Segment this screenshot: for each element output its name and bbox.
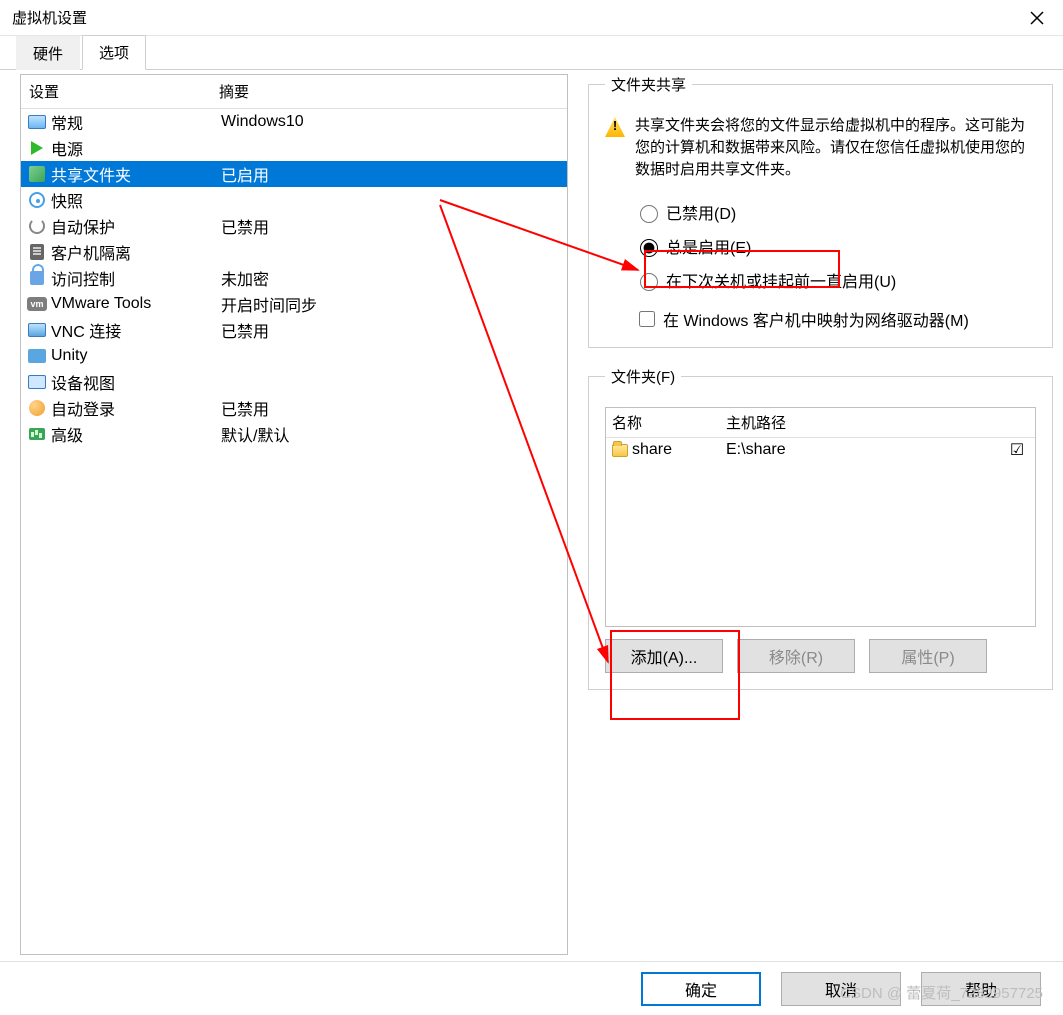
shared-folder-icon: [27, 164, 47, 184]
folders-legend: 文件夹(F): [605, 366, 681, 387]
setting-shared-folders[interactable]: 共享文件夹 已启用: [21, 161, 567, 187]
close-icon: [1030, 11, 1044, 25]
header-setting: 设置: [29, 81, 219, 102]
titlebar: 虚拟机设置: [0, 0, 1063, 36]
radio-disabled[interactable]: 已禁用(D): [635, 195, 1036, 229]
unity-icon: [27, 346, 47, 366]
header-summary: 摘要: [219, 81, 249, 102]
close-button[interactable]: [1019, 4, 1055, 32]
remove-folder-button: 移除(R): [737, 639, 855, 673]
folder-sharing-group: 文件夹共享 共享文件夹会将您的文件显示给虚拟机中的程序。这可能为您的计算机和数据…: [588, 74, 1053, 348]
radio-until-shutdown[interactable]: 在下次关机或挂起前一直启用(U): [635, 263, 1036, 297]
vm-settings-window: 虚拟机设置 硬件 选项 设置 摘要 常规 Windows10 电源: [0, 0, 1063, 1015]
setting-vmware-tools[interactable]: vm VMware Tools 开启时间同步: [21, 291, 567, 317]
setting-vnc[interactable]: VNC 连接 已禁用: [21, 317, 567, 343]
setting-general[interactable]: 常规 Windows10: [21, 109, 567, 135]
tab-options[interactable]: 选项: [82, 35, 146, 70]
cancel-button[interactable]: 取消: [781, 972, 901, 1006]
folder-icon: [612, 444, 628, 457]
setting-snapshot[interactable]: 快照: [21, 187, 567, 213]
monitor-icon: [27, 112, 47, 132]
autoprotect-icon: [27, 216, 47, 236]
radio-always-enabled[interactable]: 总是启用(E): [635, 229, 1036, 263]
dialog-footer: 确定 取消 帮助: [0, 961, 1063, 1015]
ok-button[interactable]: 确定: [641, 972, 761, 1006]
setting-access-control[interactable]: 访问控制 未加密: [21, 265, 567, 291]
radio-disabled-input[interactable]: [640, 205, 658, 223]
folder-list-header: 名称 主机路径: [606, 408, 1035, 438]
radio-until-input[interactable]: [640, 273, 658, 291]
autologin-icon: [27, 398, 47, 418]
setting-device-view[interactable]: 设备视图: [21, 369, 567, 395]
setting-unity[interactable]: Unity: [21, 343, 567, 369]
folder-list[interactable]: 名称 主机路径 share E:\share ☑: [605, 407, 1036, 627]
folder-enabled-check: ☑: [1005, 440, 1029, 460]
setting-autoprotect[interactable]: 自动保护 已禁用: [21, 213, 567, 239]
warning-icon: [605, 117, 625, 137]
add-folder-button[interactable]: 添加(A)...: [605, 639, 723, 673]
vmware-icon: vm: [27, 294, 47, 314]
map-network-drive-checkbox[interactable]: [639, 311, 655, 327]
setting-autologin[interactable]: 自动登录 已禁用: [21, 395, 567, 421]
snapshot-icon: [27, 190, 47, 210]
settings-list: 设置 摘要 常规 Windows10 电源 共享文件夹 已启用 快照: [20, 74, 568, 955]
device-view-icon: [27, 372, 47, 392]
setting-guest-isolation[interactable]: 客户机隔离: [21, 239, 567, 265]
warning-text: 共享文件夹会将您的文件显示给虚拟机中的程序。这可能为您的计算机和数据带来风险。请…: [635, 115, 1036, 181]
tab-hardware[interactable]: 硬件: [16, 36, 80, 70]
window-title: 虚拟机设置: [8, 7, 87, 28]
settings-list-header: 设置 摘要: [21, 75, 567, 109]
folder-properties-button: 属性(P): [869, 639, 987, 673]
folders-group: 文件夹(F) 名称 主机路径 share E:\share ☑ 添加(A)...…: [588, 366, 1053, 690]
map-network-drive[interactable]: 在 Windows 客户机中映射为网络驱动器(M): [635, 307, 1036, 331]
setting-advanced[interactable]: 高级 默认/默认: [21, 421, 567, 447]
help-button[interactable]: 帮助: [921, 972, 1041, 1006]
folder-row[interactable]: share E:\share ☑: [606, 438, 1035, 462]
power-icon: [27, 138, 47, 158]
folder-sharing-legend: 文件夹共享: [605, 74, 692, 95]
radio-always-input[interactable]: [640, 239, 658, 257]
vnc-icon: [27, 320, 47, 340]
lock-icon: [27, 268, 47, 288]
advanced-icon: [27, 424, 47, 444]
isolation-icon: [27, 242, 47, 262]
setting-power[interactable]: 电源: [21, 135, 567, 161]
tab-strip: 硬件 选项: [0, 36, 1063, 70]
